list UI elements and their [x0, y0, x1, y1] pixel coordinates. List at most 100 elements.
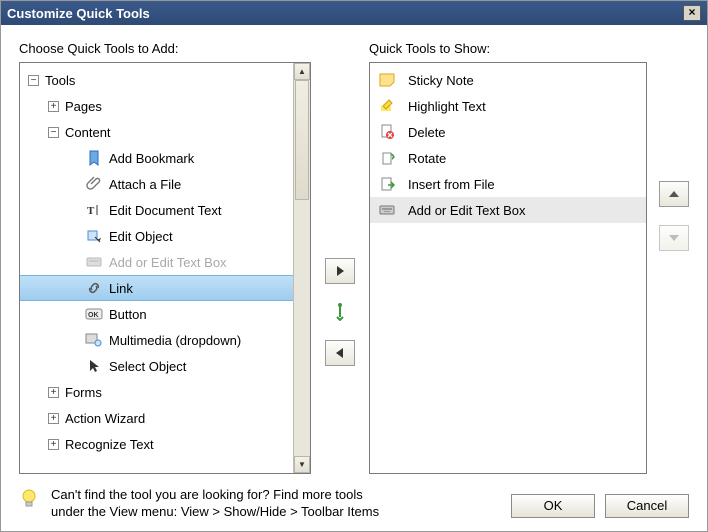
tree-label: Button — [109, 307, 147, 322]
right-list: Sticky Note Highlight Text — [370, 63, 646, 473]
triangle-left-icon — [335, 347, 345, 359]
left-pane: Choose Quick Tools to Add: − Tools + Pag… — [19, 41, 311, 474]
left-listbox[interactable]: − Tools + Pages − Content — [19, 62, 311, 474]
tree-label: Attach a File — [109, 177, 181, 192]
rotate-icon — [378, 149, 396, 167]
tree-label: Select Object — [109, 359, 186, 374]
move-up-button[interactable] — [659, 181, 689, 207]
titlebar: Customize Quick Tools × — [1, 1, 707, 25]
edit-object-icon — [85, 227, 103, 245]
list-item-rotate[interactable]: Rotate — [370, 145, 646, 171]
list-item-delete[interactable]: Delete — [370, 119, 646, 145]
tree-label: Add or Edit Text Box — [109, 255, 227, 270]
lightbulb-icon — [19, 488, 41, 510]
triangle-down-icon — [668, 233, 680, 243]
tree-label: Link — [109, 281, 133, 296]
tip-text: Can't find the tool you are looking for?… — [51, 486, 501, 521]
left-pane-label: Choose Quick Tools to Add: — [19, 41, 311, 56]
tree-label: Tools — [45, 73, 75, 88]
tree-node-recognize-text[interactable]: + Recognize Text — [20, 431, 293, 457]
typewriter-icon — [378, 201, 396, 219]
tree-item-select-object[interactable]: Select Object — [20, 353, 293, 379]
triangle-right-icon — [335, 265, 345, 277]
tree-label: Recognize Text — [65, 437, 154, 452]
tree: − Tools + Pages − Content — [20, 63, 293, 473]
list-item-highlight-text[interactable]: Highlight Text — [370, 93, 646, 119]
tree-item-link[interactable]: Link — [20, 275, 293, 301]
scroll-down-button[interactable]: ▼ — [294, 456, 310, 473]
multimedia-icon — [85, 331, 103, 349]
tree-item-add-bookmark[interactable]: Add Bookmark — [20, 145, 293, 171]
content-area: Choose Quick Tools to Add: − Tools + Pag… — [1, 25, 707, 531]
expand-icon[interactable]: + — [48, 413, 59, 424]
tree-node-pages[interactable]: + Pages — [20, 93, 293, 119]
tip-line-1: Can't find the tool you are looking for?… — [51, 486, 501, 504]
cursor-icon — [85, 357, 103, 375]
collapse-icon[interactable]: − — [28, 75, 39, 86]
ok-button-icon: OK — [85, 305, 103, 323]
tree-label: Content — [65, 125, 111, 140]
tree-item-button[interactable]: OK Button — [20, 301, 293, 327]
transfer-buttons — [323, 41, 357, 474]
tree-label: Forms — [65, 385, 102, 400]
triangle-up-icon — [668, 189, 680, 199]
right-pane-label: Quick Tools to Show: — [369, 41, 647, 56]
svg-text:OK: OK — [88, 312, 99, 319]
expand-icon[interactable]: + — [48, 101, 59, 112]
expand-icon[interactable]: + — [48, 439, 59, 450]
add-button[interactable] — [325, 258, 355, 284]
list-label: Add or Edit Text Box — [408, 203, 526, 218]
remove-button[interactable] — [325, 340, 355, 366]
sticky-note-icon — [378, 71, 396, 89]
close-button[interactable]: × — [683, 5, 701, 21]
link-icon — [85, 279, 103, 297]
tree-label: Action Wizard — [65, 411, 145, 426]
tree-item-attach-file[interactable]: Attach a File — [20, 171, 293, 197]
paperclip-icon — [85, 175, 103, 193]
expand-icon[interactable]: + — [48, 387, 59, 398]
tree-node-action-wizard[interactable]: + Action Wizard — [20, 405, 293, 431]
list-label: Highlight Text — [408, 99, 486, 114]
ok-button[interactable]: OK — [511, 494, 595, 518]
list-label: Sticky Note — [408, 73, 474, 88]
tree-label: Multimedia (dropdown) — [109, 333, 241, 348]
tree-item-edit-doc-text[interactable]: T Edit Document Text — [20, 197, 293, 223]
list-label: Rotate — [408, 151, 446, 166]
footer: Can't find the tool you are looking for?… — [19, 474, 689, 521]
move-down-button[interactable] — [659, 225, 689, 251]
tip-line-2: under the View menu: View > Show/Hide > … — [51, 503, 501, 521]
typewriter-icon — [85, 253, 103, 271]
tree-label: Pages — [65, 99, 102, 114]
left-scrollbar[interactable]: ▲ ▼ — [293, 63, 310, 473]
right-listbox[interactable]: Sticky Note Highlight Text — [369, 62, 647, 474]
tree-item-multimedia[interactable]: Multimedia (dropdown) — [20, 327, 293, 353]
tree-item-edit-object[interactable]: Edit Object — [20, 223, 293, 249]
tree-node-content[interactable]: − Content — [20, 119, 293, 145]
scroll-up-button[interactable]: ▲ — [294, 63, 310, 80]
list-item-sticky-note[interactable]: Sticky Note — [370, 67, 646, 93]
insert-file-icon — [378, 175, 396, 193]
tree-node-tools[interactable]: − Tools — [20, 67, 293, 93]
tree-label: Edit Object — [109, 229, 173, 244]
scroll-track[interactable] — [294, 80, 310, 456]
dialog-buttons: OK Cancel — [511, 486, 689, 518]
cancel-button[interactable]: Cancel — [605, 494, 689, 518]
dialog-title: Customize Quick Tools — [7, 6, 150, 21]
tree-item-add-edit-textbox: Add or Edit Text Box — [20, 249, 293, 275]
panes: Choose Quick Tools to Add: − Tools + Pag… — [19, 41, 689, 474]
delete-page-icon — [378, 123, 396, 141]
list-item-insert-file[interactable]: Insert from File — [370, 171, 646, 197]
text-cursor-icon: T — [85, 201, 103, 219]
list-label: Insert from File — [408, 177, 495, 192]
list-label: Delete — [408, 125, 446, 140]
svg-text:T: T — [87, 205, 95, 217]
highlight-icon — [378, 97, 396, 115]
reorder-buttons — [659, 41, 689, 474]
dialog: Customize Quick Tools × Choose Quick Too… — [0, 0, 708, 532]
tree-label: Edit Document Text — [109, 203, 221, 218]
list-item-add-edit-textbox[interactable]: Add or Edit Text Box — [370, 197, 646, 223]
separator-icon — [332, 302, 348, 322]
collapse-icon[interactable]: − — [48, 127, 59, 138]
scroll-thumb[interactable] — [295, 80, 309, 200]
tree-node-forms[interactable]: + Forms — [20, 379, 293, 405]
